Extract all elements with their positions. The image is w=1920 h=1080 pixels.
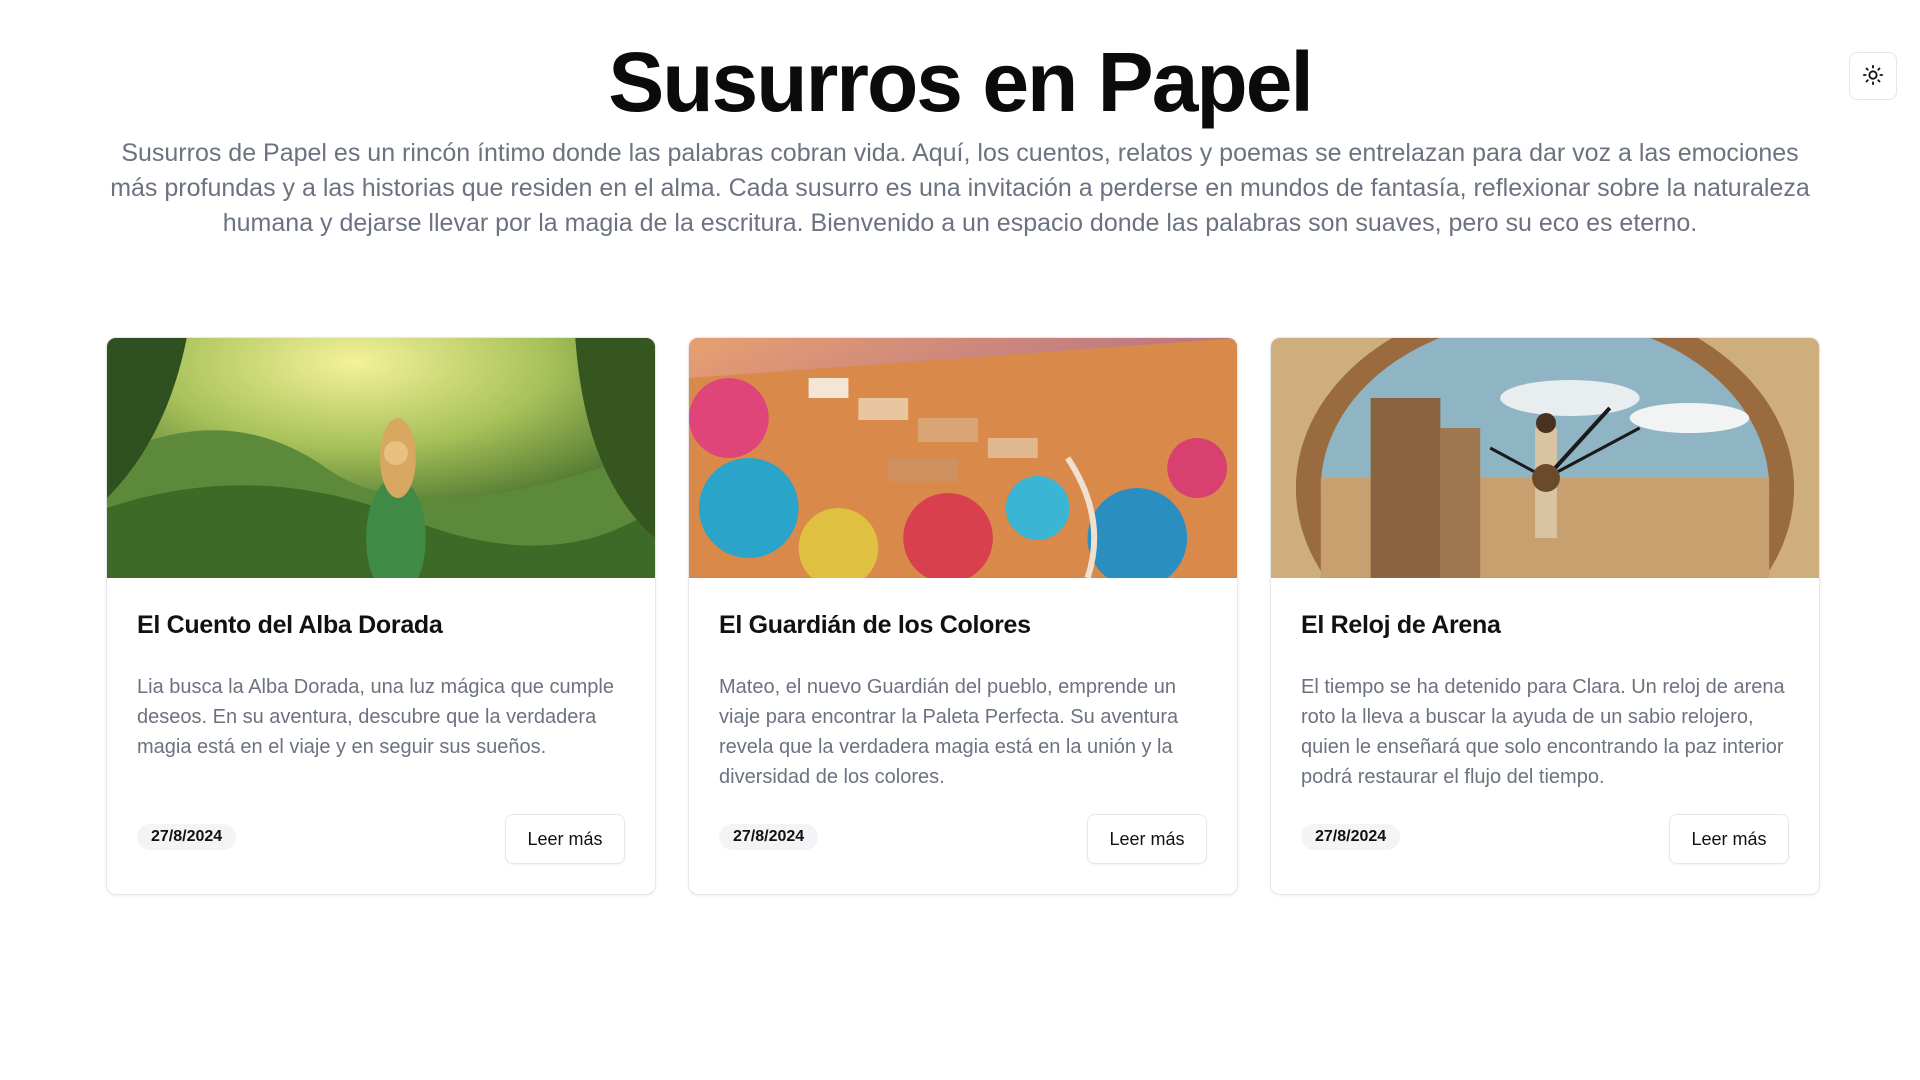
- card-description: Mateo, el nuevo Guardián del pueblo, emp…: [719, 676, 1179, 788]
- story-card: El Reloj de Arena El tiempo se ha deteni…: [1270, 337, 1820, 895]
- card-description: El tiempo se ha detenido para Clara. Un …: [1301, 676, 1785, 788]
- story-card: El Guardián de los Colores Mateo, el nue…: [688, 337, 1238, 895]
- date-badge: 27/8/2024: [719, 824, 819, 850]
- card-title: El Guardián de los Colores: [719, 611, 1031, 639]
- page-title: Susurros en Papel: [608, 35, 1314, 129]
- card-image-clock: [1271, 338, 1819, 578]
- card-title: El Reloj de Arena: [1301, 611, 1501, 639]
- intro-text: Susurros de Papel es un rincón íntimo do…: [110, 139, 1810, 237]
- date-badge: 27/8/2024: [137, 824, 237, 850]
- read-more-button[interactable]: Leer más: [1087, 814, 1207, 864]
- page: Susurros en Papel Susurros de Papel es u…: [0, 0, 1920, 1080]
- story-card: El Cuento del Alba Dorada Lia busca la A…: [106, 337, 656, 895]
- card-description: Lia busca la Alba Dorada, una luz mágica…: [137, 676, 614, 758]
- card-image-village: [689, 338, 1237, 578]
- read-more-button[interactable]: Leer más: [1669, 814, 1789, 864]
- read-more-button[interactable]: Leer más: [505, 814, 625, 864]
- card-title: El Cuento del Alba Dorada: [137, 611, 443, 639]
- card-image-forest: [107, 338, 655, 578]
- date-badge: 27/8/2024: [1301, 824, 1401, 850]
- story-cards: El Cuento del Alba Dorada Lia busca la A…: [106, 337, 1822, 895]
